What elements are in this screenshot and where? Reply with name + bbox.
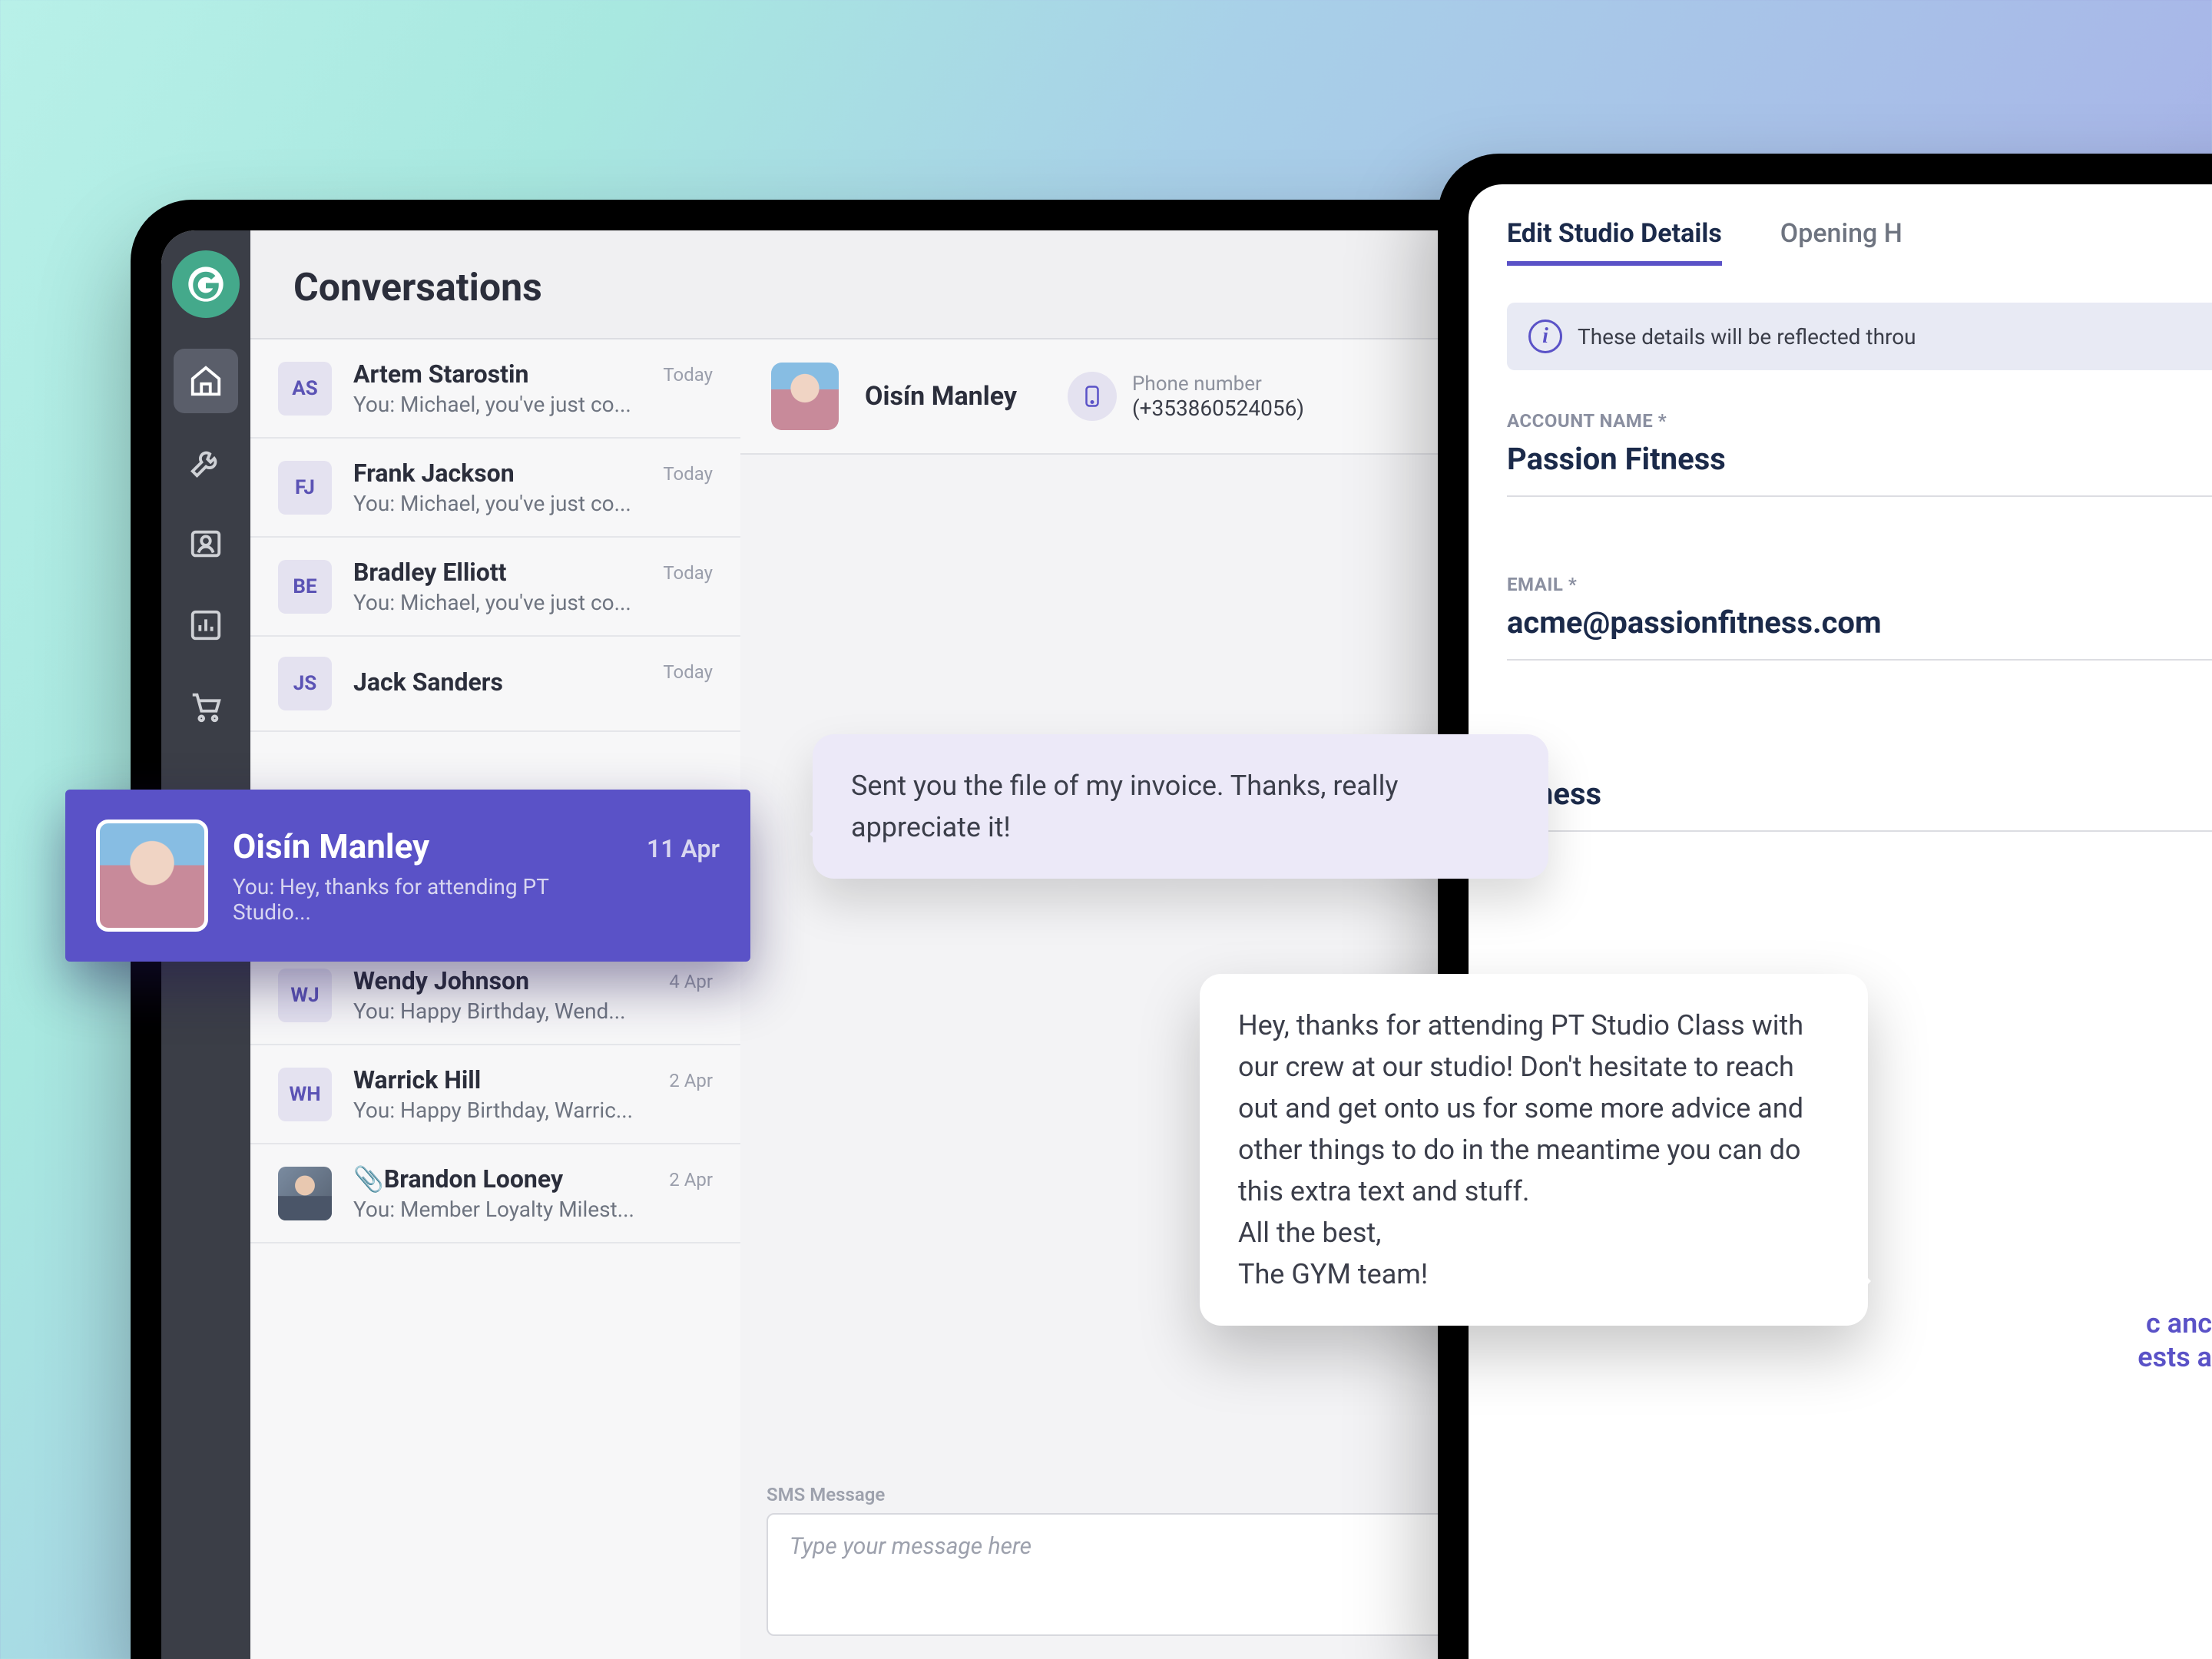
partial-link-text-1: c anc [2146, 1307, 2212, 1339]
info-banner-text: These details will be reflected throu [1578, 324, 1916, 349]
conversation-item[interactable]: WH Warrick Hill You: Happy Birthday, Warr… [250, 1045, 740, 1144]
bar-chart-icon [188, 608, 224, 643]
conversation-preview: You: Michael, you've just co... [353, 590, 641, 615]
phone-value: (+353860524056) [1132, 396, 1304, 421]
conversation-name: Wendy Johnson [353, 966, 647, 995]
info-icon: i [1528, 320, 1562, 353]
details-tabs: Edit Studio Details Opening H [1507, 218, 2212, 266]
avatar-initials: WH [278, 1068, 332, 1121]
contact-card-icon [188, 526, 224, 561]
app-logo[interactable] [172, 250, 240, 318]
partial-link-text-2: ests a [2137, 1341, 2212, 1373]
conversation-date: 4 Apr [669, 966, 713, 992]
conversation-date: Today [663, 459, 713, 485]
message-bubble-incoming: Sent you the file of my invoice. Thanks,… [813, 734, 1548, 879]
field-account-name: ACCOUNT NAME * Passion Fitness [1507, 410, 2212, 497]
nav-reports[interactable] [174, 593, 238, 657]
field-email: EMAIL * acme@passionfitness.com [1507, 574, 2212, 661]
conversation-text: Artem Starostin You: Michael, you've jus… [353, 359, 641, 417]
selected-text: Oisín Manley You: Hey, thanks for attend… [233, 826, 622, 925]
conversation-item[interactable]: AS Artem Starostin You: Michael, you've … [250, 339, 740, 439]
nav-settings[interactable] [174, 430, 238, 495]
nav-home[interactable] [174, 349, 238, 413]
message-bubble-outgoing: Hey, thanks for attending PT Studio Clas… [1200, 974, 1868, 1326]
tab-edit-studio-details[interactable]: Edit Studio Details [1507, 218, 1722, 266]
conversation-date: 2 Apr [669, 1065, 713, 1091]
partial-field-value[interactable]: fitness [1507, 776, 2212, 812]
selected-conversation-card[interactable]: Oisín Manley You: Hey, thanks for attend… [65, 790, 750, 962]
selected-avatar [96, 820, 208, 932]
cart-icon [188, 689, 224, 724]
chat-avatar[interactable] [771, 363, 839, 430]
avatar-initials: JS [278, 657, 332, 710]
conversation-name: Frank Jackson [353, 459, 641, 488]
avatar-initials: WJ [278, 969, 332, 1022]
conversation-name: Jack Sanders [353, 667, 641, 697]
avatar-initials: BE [278, 560, 332, 614]
field-partial: TER fitness [1507, 745, 2212, 832]
conversation-list[interactable]: AS Artem Starostin You: Michael, you've … [250, 339, 740, 1659]
avatar-photo [278, 1167, 332, 1220]
tablet-frame-right: Edit Studio Details Opening H i These de… [1438, 154, 2212, 1659]
email-label: EMAIL * [1507, 574, 2212, 595]
mobile-phone-icon [1081, 385, 1104, 408]
conversation-preview: You: Member Loyalty Milest... [353, 1197, 647, 1222]
email-value[interactable]: acme@passionfitness.com [1507, 604, 2212, 641]
tab-opening-hours[interactable]: Opening H [1780, 218, 1902, 266]
conversation-item[interactable]: JS Jack Sanders Today [250, 637, 740, 732]
selected-preview: You: Hey, thanks for attending PT Studio… [233, 874, 622, 925]
field-divider [1507, 659, 2212, 661]
conversation-name: Artem Starostin [353, 359, 641, 389]
conversation-preview: You: Happy Birthday, Warric... [353, 1098, 647, 1123]
phone-icon-button[interactable] [1068, 372, 1117, 421]
compose-label: SMS Message [767, 1484, 1518, 1505]
selected-name: Oisín Manley [233, 826, 622, 866]
nav-store[interactable] [174, 674, 238, 739]
conversation-preview: You: Michael, you've just co... [353, 392, 641, 417]
avatar-initials: FJ [278, 461, 332, 515]
conversation-date: Today [663, 558, 713, 584]
wrench-icon [188, 445, 224, 480]
phone-label: Phone number [1132, 373, 1304, 396]
chat-contact-name: Oisín Manley [865, 381, 1018, 412]
conversation-date: 2 Apr [669, 1164, 713, 1190]
account-name-label: ACCOUNT NAME * [1507, 410, 2212, 432]
partial-field-label: TER [1507, 745, 2212, 767]
conversation-name: Warrick Hill [353, 1065, 647, 1094]
selected-date: 11 Apr [647, 790, 720, 863]
conversation-item[interactable]: 📎Brandon Looney You: Member Loyalty Miles… [250, 1144, 740, 1243]
screen-right: Edit Studio Details Opening H i These de… [1469, 184, 2212, 1659]
avatar-initials: AS [278, 362, 332, 416]
conversation-preview: You: Michael, you've just co... [353, 491, 641, 516]
conversation-name: Bradley Elliott [353, 558, 641, 587]
phone-block: Phone number (+353860524056) [1068, 372, 1304, 421]
conversation-date: Today [663, 359, 713, 386]
home-icon [188, 363, 224, 399]
field-divider [1507, 830, 2212, 832]
chat-header: Oisín Manley Phone number (+353860524056… [740, 339, 1544, 455]
nav-contacts[interactable] [174, 512, 238, 576]
field-divider [1507, 495, 2212, 497]
conversation-name: 📎Brandon Looney [353, 1164, 647, 1194]
page-title: Conversations [250, 230, 1544, 338]
conversation-preview: You: Happy Birthday, Wend... [353, 998, 647, 1024]
conversation-date: Today [663, 657, 713, 683]
compose-area: SMS Message Type your message here [740, 1461, 1544, 1659]
conversation-item[interactable]: FJ Frank Jackson You: Michael, you've jus… [250, 439, 740, 538]
account-name-value[interactable]: Passion Fitness [1507, 441, 2212, 477]
conversation-item[interactable]: BE Bradley Elliott You: Michael, you've j… [250, 538, 740, 637]
logo-glyph-icon [185, 263, 227, 305]
info-banner: i These details will be reflected throu [1507, 303, 2212, 370]
compose-input[interactable]: Type your message here [767, 1513, 1518, 1636]
